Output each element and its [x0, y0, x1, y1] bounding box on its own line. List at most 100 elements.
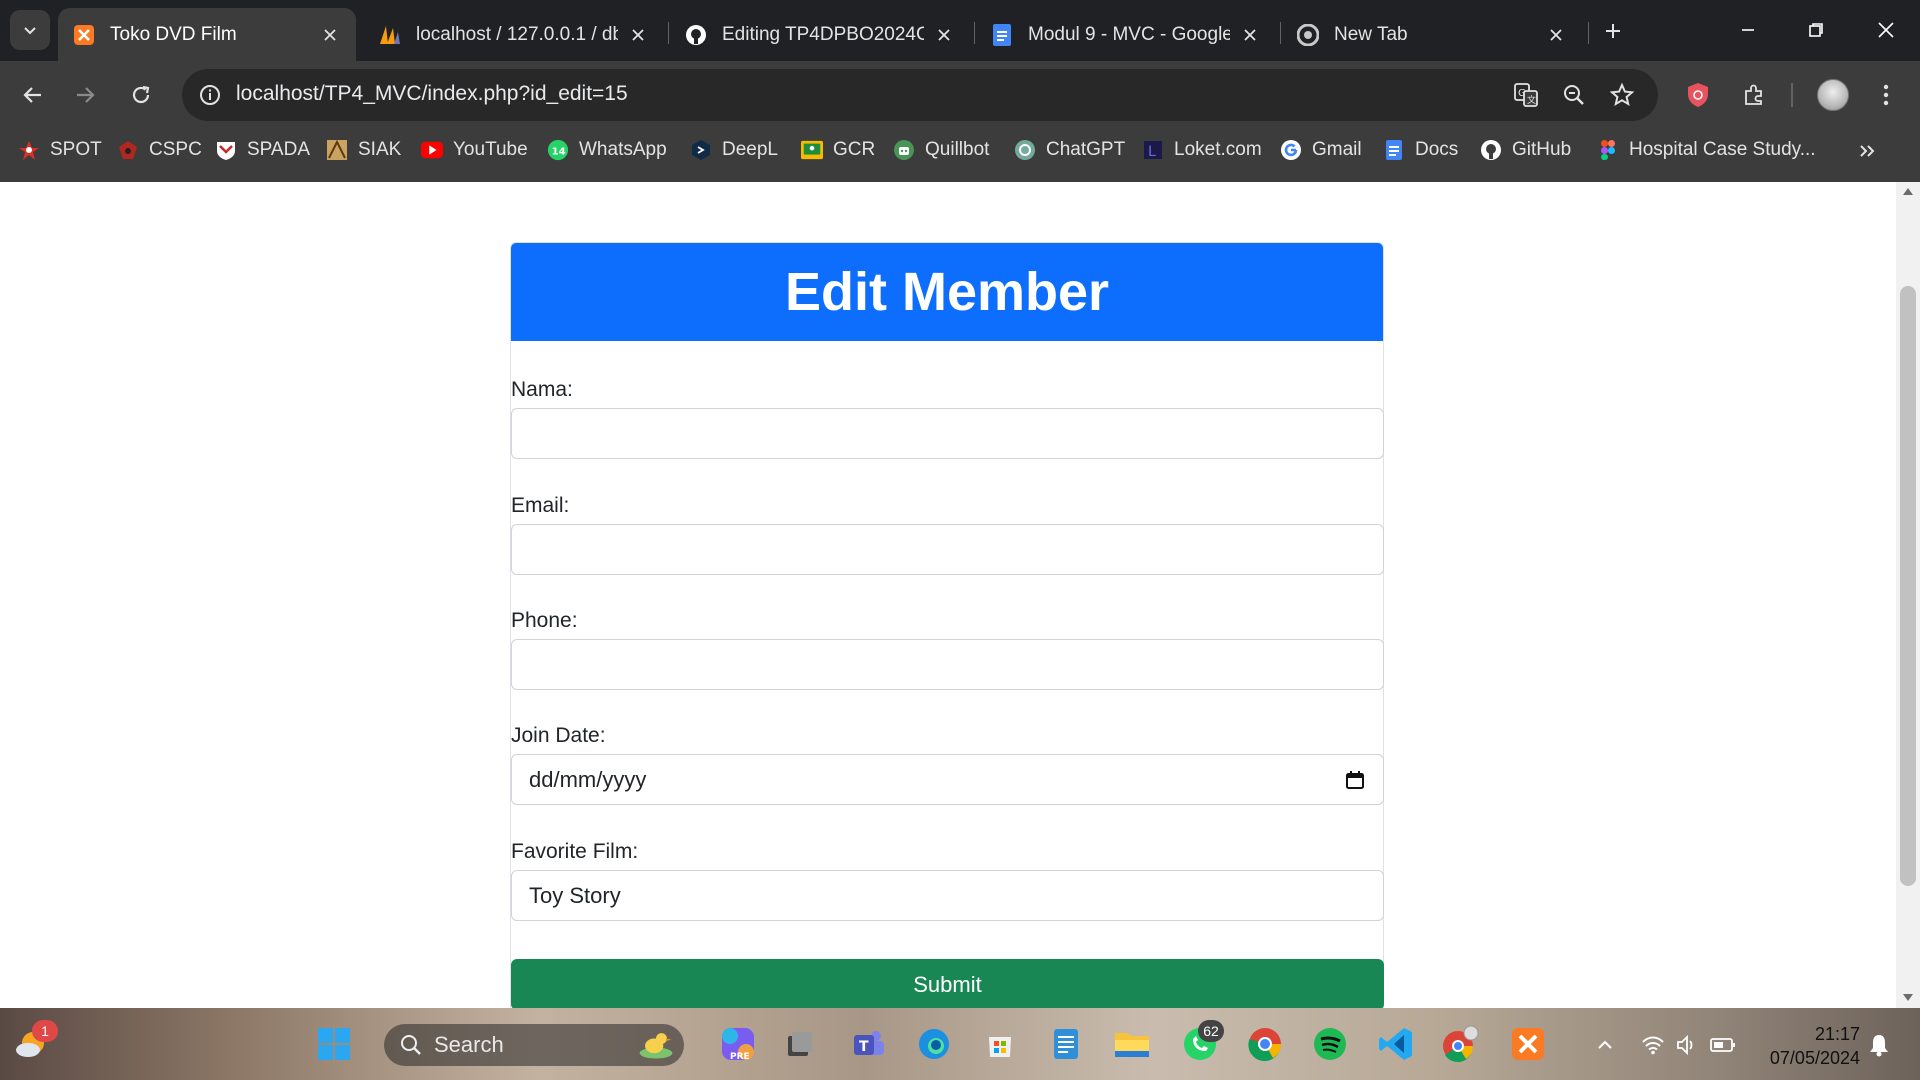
tab-search-button[interactable]: [10, 10, 50, 50]
url-text[interactable]: localhost/TP4_MVC/index.php?id_edit=15: [236, 82, 628, 106]
bookmark-label: YouTube: [453, 139, 528, 160]
join-date-field[interactable]: dd/mm/yyyy: [511, 754, 1384, 805]
extension-shield-button[interactable]: [1678, 75, 1718, 115]
search-highlight-duck-icon: [636, 1024, 676, 1064]
scrollbar-thumb[interactable]: [1900, 286, 1916, 886]
tab-new-tab[interactable]: New Tab: [1282, 8, 1582, 61]
close-icon[interactable]: [1238, 23, 1262, 47]
vscode-icon[interactable]: [1376, 1024, 1416, 1064]
tab-phpmyadmin[interactable]: localhost / 127.0.0.1 / db: [364, 8, 664, 61]
menu-button[interactable]: [1866, 75, 1906, 115]
bookmark-cspc[interactable]: CSPC: [117, 128, 202, 172]
bookmark-label: WhatsApp: [579, 139, 667, 160]
bookmark-deepl[interactable]: DeepL: [690, 128, 778, 172]
bookmark-loket[interactable]: L Loket.com: [1142, 128, 1262, 172]
spot-icon: [18, 139, 40, 161]
wifi-icon[interactable]: [1638, 1030, 1668, 1060]
microsoft-store-icon[interactable]: [980, 1024, 1020, 1064]
bookmarks-overflow-button[interactable]: [1852, 136, 1882, 166]
xampp-icon[interactable]: [1508, 1024, 1548, 1064]
bookmark-youtube[interactable]: YouTube: [421, 128, 528, 172]
chrome-profile-icon[interactable]: [1440, 1024, 1480, 1064]
nama-field[interactable]: [511, 408, 1384, 459]
whatsapp-badge: 62: [1198, 1020, 1224, 1042]
site-info-button[interactable]: [192, 77, 228, 113]
svg-text:PRE: PRE: [730, 1052, 750, 1062]
notification-bell-icon[interactable]: [1864, 1030, 1894, 1060]
edge-icon[interactable]: [914, 1024, 954, 1064]
clock-time: 21:17: [1814, 1024, 1860, 1044]
minimize-button[interactable]: [1728, 10, 1768, 50]
page-scrollbar[interactable]: [1896, 182, 1920, 1008]
favorite-film-label: Favorite Film:: [511, 840, 639, 863]
calendar-icon[interactable]: [1344, 769, 1366, 791]
new-tab-button[interactable]: [1596, 14, 1630, 48]
scroll-down-arrow-icon[interactable]: [1903, 994, 1913, 1001]
puzzle-icon: [1745, 84, 1762, 105]
submit-button[interactable]: Submit: [511, 959, 1384, 1010]
tab-google-docs[interactable]: Modul 9 - MVC - Google: [976, 8, 1276, 61]
bookmark-star-button[interactable]: [1606, 79, 1638, 111]
bookmark-github[interactable]: GitHub: [1480, 128, 1571, 172]
translate-button[interactable]: G文: [1510, 79, 1542, 111]
bookmark-gcr[interactable]: GCR: [801, 128, 875, 172]
tab-title: Editing TP4DPBO2024C2/: [722, 23, 924, 45]
bookmark-label: Hospital Case Study...: [1629, 139, 1816, 160]
chevron-down-icon: [24, 27, 36, 35]
reload-button[interactable]: [122, 76, 160, 114]
show-hidden-icons-button[interactable]: [1590, 1030, 1620, 1060]
loket-icon: L: [1142, 139, 1164, 161]
toolbar-separator: [1791, 83, 1793, 107]
tab-title: New Tab: [1334, 23, 1408, 45]
tab-toko-dvd-film[interactable]: Toko DVD Film: [58, 8, 356, 61]
forward-button[interactable]: [66, 76, 104, 114]
bookmark-spada[interactable]: SPADA: [215, 128, 310, 172]
bookmark-label: GCR: [833, 139, 876, 160]
close-icon[interactable]: [318, 23, 342, 47]
restore-button[interactable]: [1796, 10, 1836, 50]
address-bar[interactable]: localhost/TP4_MVC/index.php?id_edit=15 G…: [182, 69, 1658, 121]
scroll-up-arrow-icon[interactable]: [1903, 188, 1913, 195]
tab-title: localhost / 127.0.0.1 / db: [416, 23, 618, 45]
email-field[interactable]: [511, 524, 1384, 575]
bookmark-chatgpt[interactable]: ChatGPT: [1014, 128, 1125, 172]
teams-icon[interactable]: T: [848, 1024, 888, 1064]
browser-tabstrip: Toko DVD Film localhost / 127.0.0.1 / db…: [0, 0, 1920, 61]
bookmark-label: SIAK: [358, 139, 402, 160]
back-button[interactable]: [14, 76, 52, 114]
phone-field[interactable]: [511, 639, 1384, 690]
bookmark-siak[interactable]: SIAK: [326, 128, 401, 172]
extensions-button[interactable]: [1734, 75, 1774, 115]
windows-start-icon[interactable]: [314, 1024, 354, 1064]
xampp-icon: [72, 23, 96, 47]
favorite-film-select[interactable]: Toy Story: [511, 870, 1384, 921]
bookmark-whatsapp[interactable]: 14 WhatsApp: [547, 128, 667, 172]
close-icon[interactable]: [626, 23, 650, 47]
copilot-icon[interactable]: PRE: [718, 1024, 758, 1064]
bookmark-spot[interactable]: SPOT: [18, 128, 102, 172]
close-icon[interactable]: [1544, 23, 1568, 47]
spotify-icon[interactable]: [1310, 1024, 1350, 1064]
bookmark-gmail[interactable]: Gmail: [1280, 128, 1362, 172]
notepad-icon[interactable]: [1046, 1024, 1086, 1064]
volume-icon[interactable]: [1672, 1030, 1702, 1060]
system-clock[interactable]: 21:17 07/05/2024: [1744, 1022, 1860, 1070]
battery-icon[interactable]: [1708, 1030, 1738, 1060]
task-view-icon[interactable]: [780, 1024, 820, 1064]
profile-avatar[interactable]: [1817, 79, 1849, 111]
weather-badge: 1: [32, 1020, 58, 1042]
file-explorer-icon[interactable]: [1112, 1024, 1152, 1064]
svg-text:文: 文: [1527, 94, 1536, 106]
bookmark-docs[interactable]: Docs: [1383, 128, 1458, 172]
bookmark-label: DeepL: [722, 139, 778, 160]
tab-github-editing[interactable]: Editing TP4DPBO2024C2/: [670, 8, 970, 61]
email-label: Email:: [511, 494, 570, 517]
bookmark-quillbot[interactable]: Quillbot: [893, 128, 989, 172]
google-docs-icon: [990, 23, 1014, 47]
close-window-button[interactable]: [1866, 10, 1906, 50]
zoom-button[interactable]: [1558, 79, 1590, 111]
close-icon[interactable]: [932, 23, 956, 47]
bookmark-hospital-case-study[interactable]: Hospital Case Study...: [1597, 128, 1816, 172]
chrome-icon[interactable]: [1245, 1024, 1285, 1064]
tab-separator: [1588, 22, 1589, 44]
